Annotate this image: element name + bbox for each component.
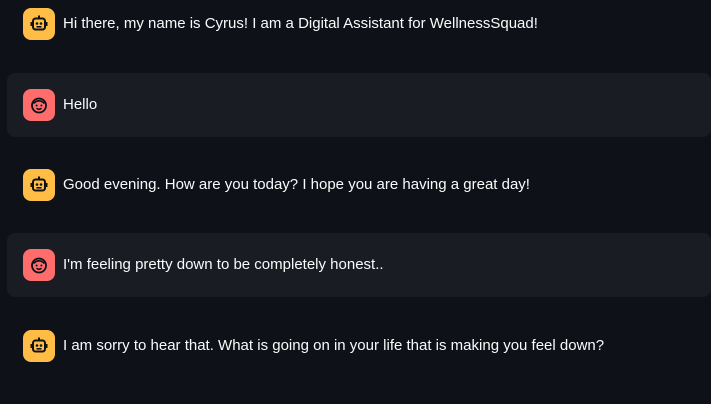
- message-text: I am sorry to hear that. What is going o…: [63, 337, 605, 354]
- chat-message-assistant: Hi there, my name is Cyrus! I am a Digit…: [7, 0, 711, 56]
- message-text: Hello: [63, 96, 98, 113]
- smiley-face-icon: [23, 89, 55, 121]
- message-text: Good evening. How are you today? I hope …: [63, 176, 530, 193]
- robot-icon: [23, 169, 55, 201]
- smiley-face-icon: [23, 249, 55, 281]
- message-text: I'm feeling pretty down to be completely…: [63, 256, 384, 273]
- robot-icon: [23, 8, 55, 40]
- chat-message-assistant: Good evening. How are you today? I hope …: [7, 153, 711, 217]
- chat-container: Hi there, my name is Cyrus! I am a Digit…: [0, 0, 711, 404]
- chat-message-assistant: I am sorry to hear that. What is going o…: [7, 314, 711, 378]
- message-text: Hi there, my name is Cyrus! I am a Digit…: [63, 15, 538, 32]
- robot-icon: [23, 330, 55, 362]
- chat-message-user: Hello: [7, 73, 711, 137]
- chat-message-user: I'm feeling pretty down to be completely…: [7, 233, 711, 297]
